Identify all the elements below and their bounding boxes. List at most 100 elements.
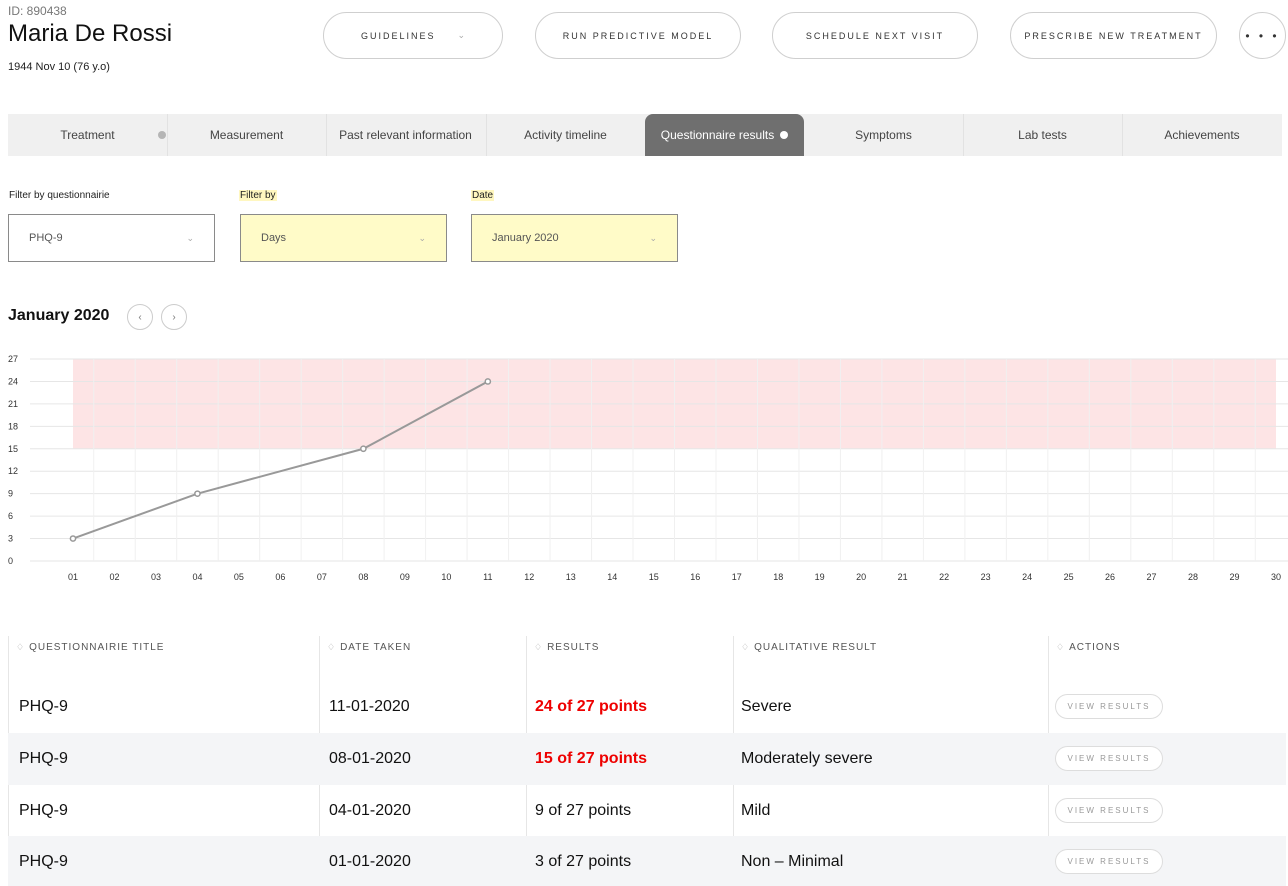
column-header-qualitative-result[interactable]: ♢ QUALITATIVE RESULT [741,632,877,662]
x-tick-label: 28 [1188,572,1198,582]
next-month-button[interactable]: › [161,304,187,330]
view-results-button[interactable]: VIEW RESULTS [1055,849,1163,874]
y-tick-label: 21 [8,399,18,409]
column-header-questionnairie-title[interactable]: ♢ QUESTIONNAIRIE TITLE [16,632,164,662]
date-taken-cell: 04-01-2020 [329,802,411,819]
run-predictive-model-button[interactable]: RUN PREDICTIVE MODEL [535,12,741,59]
x-tick-label: 23 [981,572,991,582]
x-tick-label: 12 [524,572,534,582]
previous-month-button[interactable]: ‹ [127,304,153,330]
view-results-button[interactable]: VIEW RESULTS [1055,694,1163,719]
table-row[interactable]: PHQ-9 01-01-2020 3 of 27 points Non – Minim… [8,836,1286,886]
chevron-down-icon: ⌄ [457,30,466,40]
guidelines-button[interactable]: GUIDELINES ⌄ [323,12,503,59]
patient-name: Maria De Rossi [8,20,173,47]
x-tick-label: 03 [151,572,161,582]
tab-label: Past relevant information [339,128,472,142]
y-tick-label: 24 [8,376,18,386]
filter-by-label: Filter by [239,190,277,201]
y-tick-label: 12 [8,466,18,476]
table-row[interactable]: PHQ-9 11-01-2020 24 of 27 points Severe VIEW… [8,681,1286,733]
tab-label: Questionnaire results [660,128,775,142]
column-header-label: QUALITATIVE RESULT [754,641,878,653]
x-tick-label: 26 [1105,572,1115,582]
tab-label: Treatment [60,128,115,142]
data-point [484,378,492,385]
more-options-button[interactable]: • • • [1239,12,1286,59]
x-tick-label: 13 [566,572,576,582]
tab-symptoms[interactable]: Symptoms [804,114,963,156]
sort-icon: ♢ [16,641,26,652]
tab-measurement[interactable]: Measurement [167,114,326,156]
status-dot-icon [158,131,166,139]
tab-activity-timeline[interactable]: Activity timeline [486,114,645,156]
chevron-down-icon: ⌄ [649,232,657,243]
chevron-right-icon: › [172,311,176,323]
filter-by-select[interactable]: Days ⌄ [240,214,447,262]
y-tick-label: 27 [8,354,18,364]
column-header-date-taken[interactable]: ♢ DATE TAKEN [327,632,411,662]
filter-questionnaire-label: Filter by questionnairie [9,190,110,201]
result-cell: 15 of 27 points [535,750,648,767]
prescribe-new-treatment-button[interactable]: PRESCRIBE NEW TREATMENT [1010,12,1217,59]
x-tick-label: 29 [1230,572,1240,582]
y-tick-label: 6 [8,511,13,521]
column-header-label: ACTIONS [1069,641,1121,653]
table-row[interactable]: PHQ-9 08-01-2020 15 of 27 points Moderately… [8,733,1286,785]
date-select[interactable]: January 2020 ⌄ [471,214,678,262]
schedule-next-visit-button[interactable]: SCHEDULE NEXT VISIT [772,12,978,59]
view-results-button[interactable]: VIEW RESULTS [1055,746,1163,771]
result-cell: 3 of 27 points [535,853,632,870]
column-header-results[interactable]: ♢ RESULTS [534,632,599,662]
questionnaire-score-chart: 036912151821242701 02 03 04 05 06 07 08 09 10 11 12… [8,354,1288,582]
questionnaire-title-cell: PHQ-9 [19,698,68,715]
x-tick-label: 07 [317,572,327,582]
questionnaire-select[interactable]: PHQ-9 ⌄ [8,214,215,262]
table-row[interactable]: PHQ-9 04-01-2020 9 of 27 points Mild VIEW RE… [8,785,1286,837]
chevron-down-icon: ⌄ [186,232,194,243]
chevron-left-icon: ‹ [138,311,142,323]
x-tick-label: 24 [1022,572,1032,582]
column-header-actions[interactable]: ♢ ACTIONS [1056,632,1121,662]
x-tick-label: 27 [1147,572,1157,582]
x-tick-label: 05 [234,572,244,582]
x-tick-label: 25 [1064,572,1074,582]
y-tick-label: 15 [8,444,18,454]
tab-treatment[interactable]: Treatment [8,114,167,156]
tab-achievements[interactable]: Achievements [1122,114,1282,156]
tab-divider [326,114,327,156]
prescribe-label: PRESCRIBE NEW TREATMENT [1024,30,1203,41]
data-point [69,535,77,542]
x-tick-label: 08 [358,572,368,582]
x-tick-label: 09 [400,572,410,582]
patient-id: ID: 890438 [8,4,67,18]
tab-divider [486,114,487,156]
x-tick-label: 14 [607,572,617,582]
x-tick-label: 06 [275,572,285,582]
questionnaire-title-cell: PHQ-9 [19,853,68,870]
tab-past-relevant-information[interactable]: Past relevant information [326,114,485,156]
x-tick-label: 17 [732,572,742,582]
view-results-button[interactable]: VIEW RESULTS [1055,798,1163,823]
x-tick-label: 02 [109,572,119,582]
tab-lab-tests[interactable]: Lab tests [963,114,1122,156]
x-tick-label: 15 [649,572,659,582]
tab-label: Measurement [209,128,284,142]
tab-label: Lab tests [1018,128,1067,142]
x-tick-label: 11 [483,572,492,582]
tab-label: Achievements [1164,128,1240,142]
column-header-label: DATE TAKEN [340,641,412,653]
tab-questionnaire-results[interactable]: Questionnaire results [645,114,804,156]
date-taken-cell: 08-01-2020 [329,750,411,767]
x-tick-label: 21 [898,572,908,582]
x-tick-label: 10 [441,572,451,582]
table-header: ♢ QUESTIONNAIRIE TITLE ♢ DATE TAKEN ♢ RESULTS… [8,632,1286,662]
status-dot-icon [780,131,789,139]
patient-dob: 1944 Nov 10 (76 y.o) [8,61,110,73]
x-tick-label: 19 [815,572,825,582]
tab-divider [963,114,964,156]
filter-by-select-value: Days [261,232,287,244]
column-header-label: QUESTIONNAIRIE TITLE [29,641,165,653]
sort-icon: ♢ [741,641,751,652]
sort-icon: ♢ [327,641,337,652]
